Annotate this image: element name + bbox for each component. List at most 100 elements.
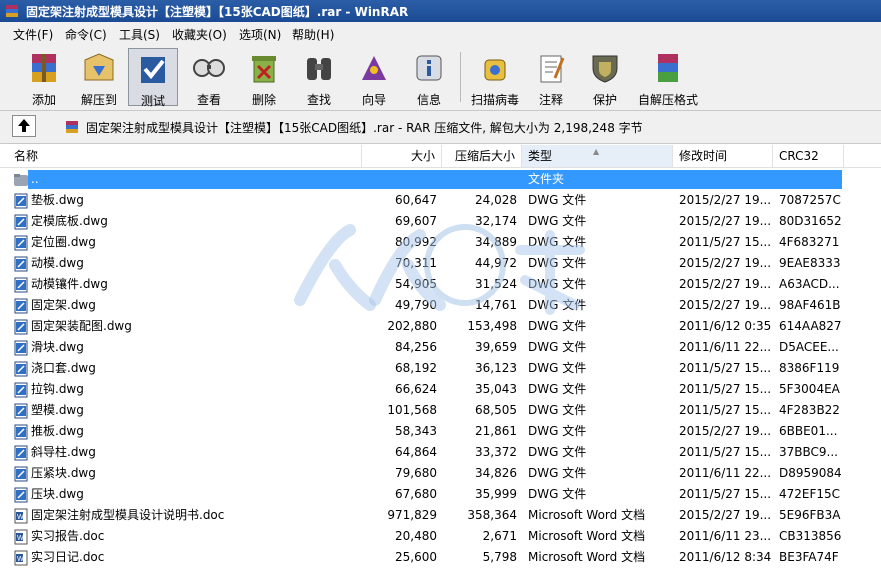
file-crc32: CB313856 [779,529,842,543]
file-name: 定位圈.dwg [31,235,96,249]
file-type: Microsoft Word 文档 [528,550,646,564]
delete-button[interactable]: 删除 [239,48,289,107]
word-document-icon: W [14,550,28,566]
file-type: DWG 文件 [528,403,587,417]
file-packed-size: 153,498 [467,319,517,333]
toolbar-separator [460,52,461,102]
add-button[interactable]: 添加 [19,48,69,107]
file-packed-size: 39,659 [475,340,517,354]
file-row[interactable]: 斜导柱.dwg 64,864 33,372 DWG 文件 2011/5/27 15...… [0,442,881,463]
file-row[interactable]: 定位圈.dwg 80,992 34,889 DWG 文件 2011/5/27 15...… [0,232,881,253]
find-icon [307,58,331,80]
file-row[interactable]: 推板.dwg 58,343 21,861 DWG 文件 2015/2/27 19... 6… [0,421,881,442]
dwg-file-icon [14,466,28,482]
file-row[interactable]: 定模底板.dwg 69,607 32,174 DWG 文件 2015/2/27 19..… [0,211,881,232]
menu-options[interactable]: 选项(N) [239,26,281,43]
file-row[interactable]: .. 文件夹 [0,169,881,190]
word-document-icon: W [14,529,28,545]
virus-scan-label: 扫描病毒 [470,93,519,107]
archive-path-display[interactable]: 固定架注射成型模具设计【注塑模】【15张CAD图纸】.rar - RAR 压缩文… [60,116,875,138]
file-row[interactable]: 动模镶件.dwg 54,905 31,524 DWG 文件 2015/2/27 19..… [0,274,881,295]
file-crc32 [779,169,842,190]
file-crc32: 472EF15C [779,487,841,501]
file-row[interactable]: 固定架.dwg 49,790 14,761 DWG 文件 2015/2/27 19...… [0,295,881,316]
menu-tools[interactable]: 工具(S) [119,26,160,43]
file-modified: 2015/2/27 19... [679,214,771,228]
column-header-type[interactable]: 类型 ▲ [522,145,673,167]
file-crc32: 37BBC9... [779,445,838,459]
test-icon [141,57,165,83]
test-button[interactable]: 测试 [128,48,178,108]
file-row[interactable]: 浇口套.dwg 68,192 36,123 DWG 文件 2011/5/27 15...… [0,358,881,379]
file-row[interactable]: 压块.dwg 67,680 35,999 DWG 文件 2011/5/27 15... 4… [0,484,881,505]
file-row[interactable]: W 固定架注射成型模具设计说明书.doc 971,829 358,364 Microso… [0,505,881,526]
find-button[interactable]: 查找 [294,48,344,107]
path-bar: 固定架注射成型模具设计【注塑模】【15张CAD图纸】.rar - RAR 压缩文… [0,111,881,144]
file-packed-size: 36,123 [475,361,517,375]
file-crc32: BE3FA74F [779,550,839,564]
column-header-size[interactable]: 大小 [362,145,442,167]
file-packed-size: 24,028 [475,193,517,207]
view-button[interactable]: 查看 [184,48,234,107]
file-size: 25,600 [395,550,437,564]
menu-favorites[interactable]: 收藏夹(O) [172,26,227,43]
info-button[interactable]: 信息 [404,48,454,107]
extract-to-label: 解压到 [80,93,117,107]
file-crc32: 9EAE8333 [779,256,841,270]
file-row[interactable]: 滑块.dwg 84,256 39,659 DWG 文件 2011/6/11 22... D… [0,337,881,358]
file-modified: 2011/5/27 15... [679,361,771,375]
file-name: 压块.dwg [31,487,84,501]
dwg-file-icon [14,256,28,272]
file-size: 70,311 [395,256,437,270]
dwg-file-icon [14,487,28,503]
file-modified: 2011/6/12 0:35 [679,319,771,333]
column-header-packed[interactable]: 压缩后大小 [442,145,522,167]
file-row[interactable]: W 实习报告.doc 20,480 2,671 Microsoft Word 文档 201… [0,526,881,547]
file-packed-size: 21,861 [475,424,517,438]
column-header-crc32[interactable]: CRC32 [773,145,844,167]
menu-commands[interactable]: 命令(C) [65,26,107,43]
file-modified: 2011/6/11 22... [679,466,771,480]
add-icon [32,54,56,82]
file-row[interactable]: 动模.dwg 70,311 44,972 DWG 文件 2015/2/27 19... 9… [0,253,881,274]
column-header-modified[interactable]: 修改时间 [673,145,773,167]
file-type: DWG 文件 [528,277,587,291]
file-row[interactable]: 固定架装配图.dwg 202,880 153,498 DWG 文件 2011/6/12 … [0,316,881,337]
file-modified: 2011/6/11 22... [679,340,771,354]
comment-button[interactable]: 注释 [526,48,576,107]
file-crc32: 4F683271 [779,235,840,249]
menu-file[interactable]: 文件(F) [13,26,53,43]
protect-button[interactable]: 保护 [580,48,630,107]
menu-help[interactable]: 帮助(H) [292,26,334,43]
file-type: DWG 文件 [528,361,587,375]
winrar-app-icon [6,5,18,17]
virus-scan-button[interactable]: 扫描病毒 [467,48,523,107]
file-packed-size [442,169,517,190]
dwg-file-icon [14,403,28,419]
file-packed-size: 34,826 [475,466,517,480]
extract-to-button[interactable]: 解压到 [74,48,124,107]
file-row[interactable]: 拉钩.dwg 66,624 35,043 DWG 文件 2011/5/27 15... 5… [0,379,881,400]
file-packed-size: 14,761 [475,298,517,312]
dwg-file-icon [14,340,28,356]
file-row[interactable]: 垫板.dwg 60,647 24,028 DWG 文件 2015/2/27 19... 7… [0,190,881,211]
file-name: 定模底板.dwg [31,214,108,228]
column-header-type-label: 类型 [528,149,553,163]
file-row[interactable]: 压紧块.dwg 79,680 34,826 DWG 文件 2011/6/11 22...… [0,463,881,484]
protect-label: 保护 [592,93,617,107]
sfx-button[interactable]: 自解压格式 [636,48,700,107]
file-crc32: 7087257C [779,193,841,207]
file-size: 101,568 [387,403,437,417]
rar-archive-icon [66,121,78,133]
file-packed-size: 358,364 [467,508,517,522]
file-type: Microsoft Word 文档 [528,508,646,522]
file-row[interactable]: 塑模.dwg 101,568 68,505 DWG 文件 2011/5/27 15...… [0,400,881,421]
up-folder-button[interactable] [12,115,36,137]
column-header-name[interactable]: 名称 [8,145,362,167]
file-row[interactable]: W 实习日记.doc 25,600 5,798 Microsoft Word 文档 201… [0,547,881,568]
file-type: DWG 文件 [528,445,587,459]
file-crc32: 6BBE01... [779,424,838,438]
wizard-button[interactable]: 向导 [349,48,399,107]
menu-bar: 文件(F) 命令(C) 工具(S) 收藏夹(O) 选项(N) 帮助(H) [0,22,881,45]
file-modified: 2015/2/27 19... [679,508,771,522]
